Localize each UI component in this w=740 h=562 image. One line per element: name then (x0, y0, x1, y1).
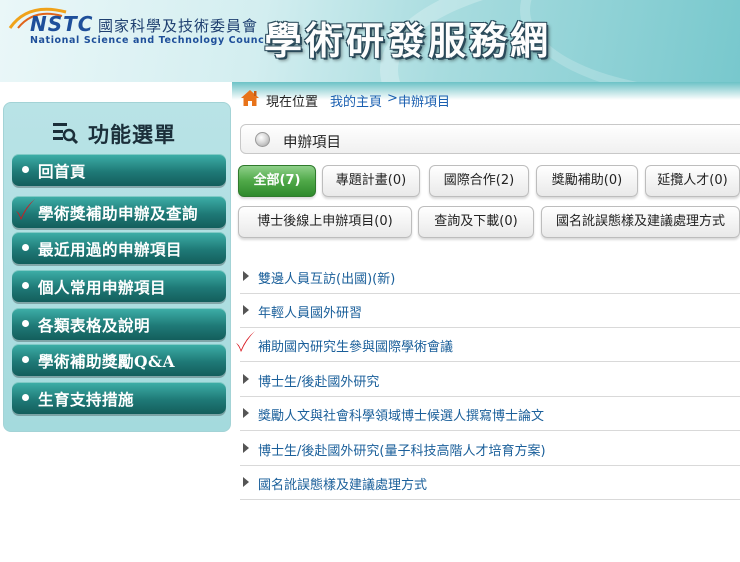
tab-country-name-errors[interactable]: 國名訛誤態樣及建議處理方式 (541, 206, 740, 238)
bullet-icon (22, 356, 29, 363)
list-item[interactable]: 博士生/後赴國外研究(量子科技高階人才培育方案) (240, 432, 740, 466)
breadcrumb-current: 申辦項目 (398, 95, 451, 110)
tab-awards-subsidies[interactable]: 獎勵補助(0) (536, 165, 638, 197)
bullet-icon (22, 320, 29, 327)
sidebar-item-label: 各類表格及說明 (38, 316, 151, 335)
list-item[interactable]: 獎勵人文與社會科學領域博士候選人撰寫博士論文 (240, 397, 740, 431)
sidebar-item-label: 個人常用申辦項目 (38, 278, 167, 297)
sidebar-item-forms[interactable]: 各類表格及說明 (12, 308, 226, 340)
section-title: 申辦項目 (283, 135, 341, 151)
sidebar-heading: 功能選單 (4, 113, 232, 153)
list-item-link[interactable]: 補助國內研究生參與國際學術會議 (258, 336, 453, 355)
nstc-logo-text[interactable]: NSTC (30, 12, 93, 36)
list-item-link[interactable]: 博士生/後赴國外研究 (258, 371, 379, 390)
tab-research-projects[interactable]: 專題計畫(0) (322, 165, 420, 197)
sidebar-menu: 功能選單 回首頁 學術獎補助申辦及查詢 最近用過的申辦項目 個人常用申辦項目 各… (3, 102, 231, 432)
triangle-bullet-icon (243, 443, 249, 453)
triangle-bullet-icon (243, 374, 249, 384)
list-item-link[interactable]: 國名訛誤態樣及建議處理方式 (258, 474, 427, 493)
list-item[interactable]: 國名訛誤態樣及建議處理方式 (240, 466, 740, 500)
list-item-link[interactable]: 獎勵人文與社會科學領域博士候選人撰寫博士論文 (258, 405, 544, 424)
site-title: 學術研發服務網 (264, 18, 552, 63)
agency-name-cn: 國家科學及技術委員會 (98, 17, 259, 35)
list-item[interactable]: 博士生/後赴國外研究 (240, 363, 740, 397)
sidebar-item-label: 最近用過的申辦項目 (38, 240, 183, 259)
sidebar-item-favorite-items[interactable]: 個人常用申辦項目 (12, 270, 226, 302)
breadcrumb-prefix: 現在位置 (266, 95, 319, 110)
triangle-bullet-icon (243, 305, 249, 315)
tab-query-download[interactable]: 查詢及下載(0) (418, 206, 534, 238)
list-item-link[interactable]: 博士生/後赴國外研究(量子科技高階人才培育方案) (258, 440, 546, 459)
triangle-bullet-icon (243, 477, 249, 487)
sidebar-item-label: 學術獎補助申辦及查詢 (38, 204, 199, 223)
sidebar-item-grant-application[interactable]: 學術獎補助申辦及查詢 (12, 196, 226, 228)
agency-name-en: National Science and Technology Council (30, 35, 273, 46)
breadcrumb-home-link[interactable]: 我的主頁 (330, 91, 382, 110)
site-header: NSTC 國家科學及技術委員會 National Science and Tec… (0, 0, 740, 82)
triangle-bullet-icon (243, 271, 249, 281)
sidebar-item-recent-items[interactable]: 最近用過的申辦項目 (12, 232, 226, 264)
bullet-icon (22, 244, 29, 251)
tab-all[interactable]: 全部(7) (238, 165, 316, 197)
home-icon (241, 90, 259, 106)
sidebar-item-faq[interactable]: 學術補助獎勵Q&A (12, 344, 226, 376)
list-item[interactable]: 雙邊人員互訪(出國)(新) (240, 260, 740, 294)
triangle-bullet-icon (243, 408, 249, 418)
bullet-icon (22, 166, 29, 173)
breadcrumb-separator: > (387, 91, 398, 106)
sidebar-item-label: 學術補助獎勵Q&A (38, 352, 176, 371)
list-item-link[interactable]: 年輕人員國外研習 (258, 302, 362, 321)
red-checkmark-icon (236, 331, 255, 352)
menu-list-icon (53, 123, 78, 145)
sidebar-item-childbirth-support[interactable]: 生育支持措施 (12, 382, 226, 414)
tab-postdoc-online[interactable]: 博士後線上申辦項目(0) (238, 206, 412, 238)
header-bottom-left (0, 82, 232, 100)
list-item-link[interactable]: 雙邊人員互訪(出國)(新) (258, 268, 395, 287)
sidebar-item-home[interactable]: 回首頁 (12, 154, 226, 186)
bullet-icon (22, 282, 29, 289)
red-checkmark-icon (16, 199, 35, 220)
tab-international-cooperation[interactable]: 國際合作(2) (429, 165, 529, 197)
bullet-icon (22, 394, 29, 401)
sidebar-title: 功能選單 (88, 122, 176, 147)
tab-talent-recruitment[interactable]: 延攬人才(0) (645, 165, 740, 197)
list-item[interactable]: 年輕人員國外研習 (240, 294, 740, 328)
sidebar-item-label: 生育支持措施 (38, 390, 135, 409)
sidebar-item-label: 回首頁 (38, 162, 87, 181)
radio-bullet-icon (255, 132, 270, 147)
list-item[interactable]: 補助國內研究生參與國際學術會議 (236, 328, 740, 362)
section-title-bar: 申辦項目 (240, 124, 740, 154)
